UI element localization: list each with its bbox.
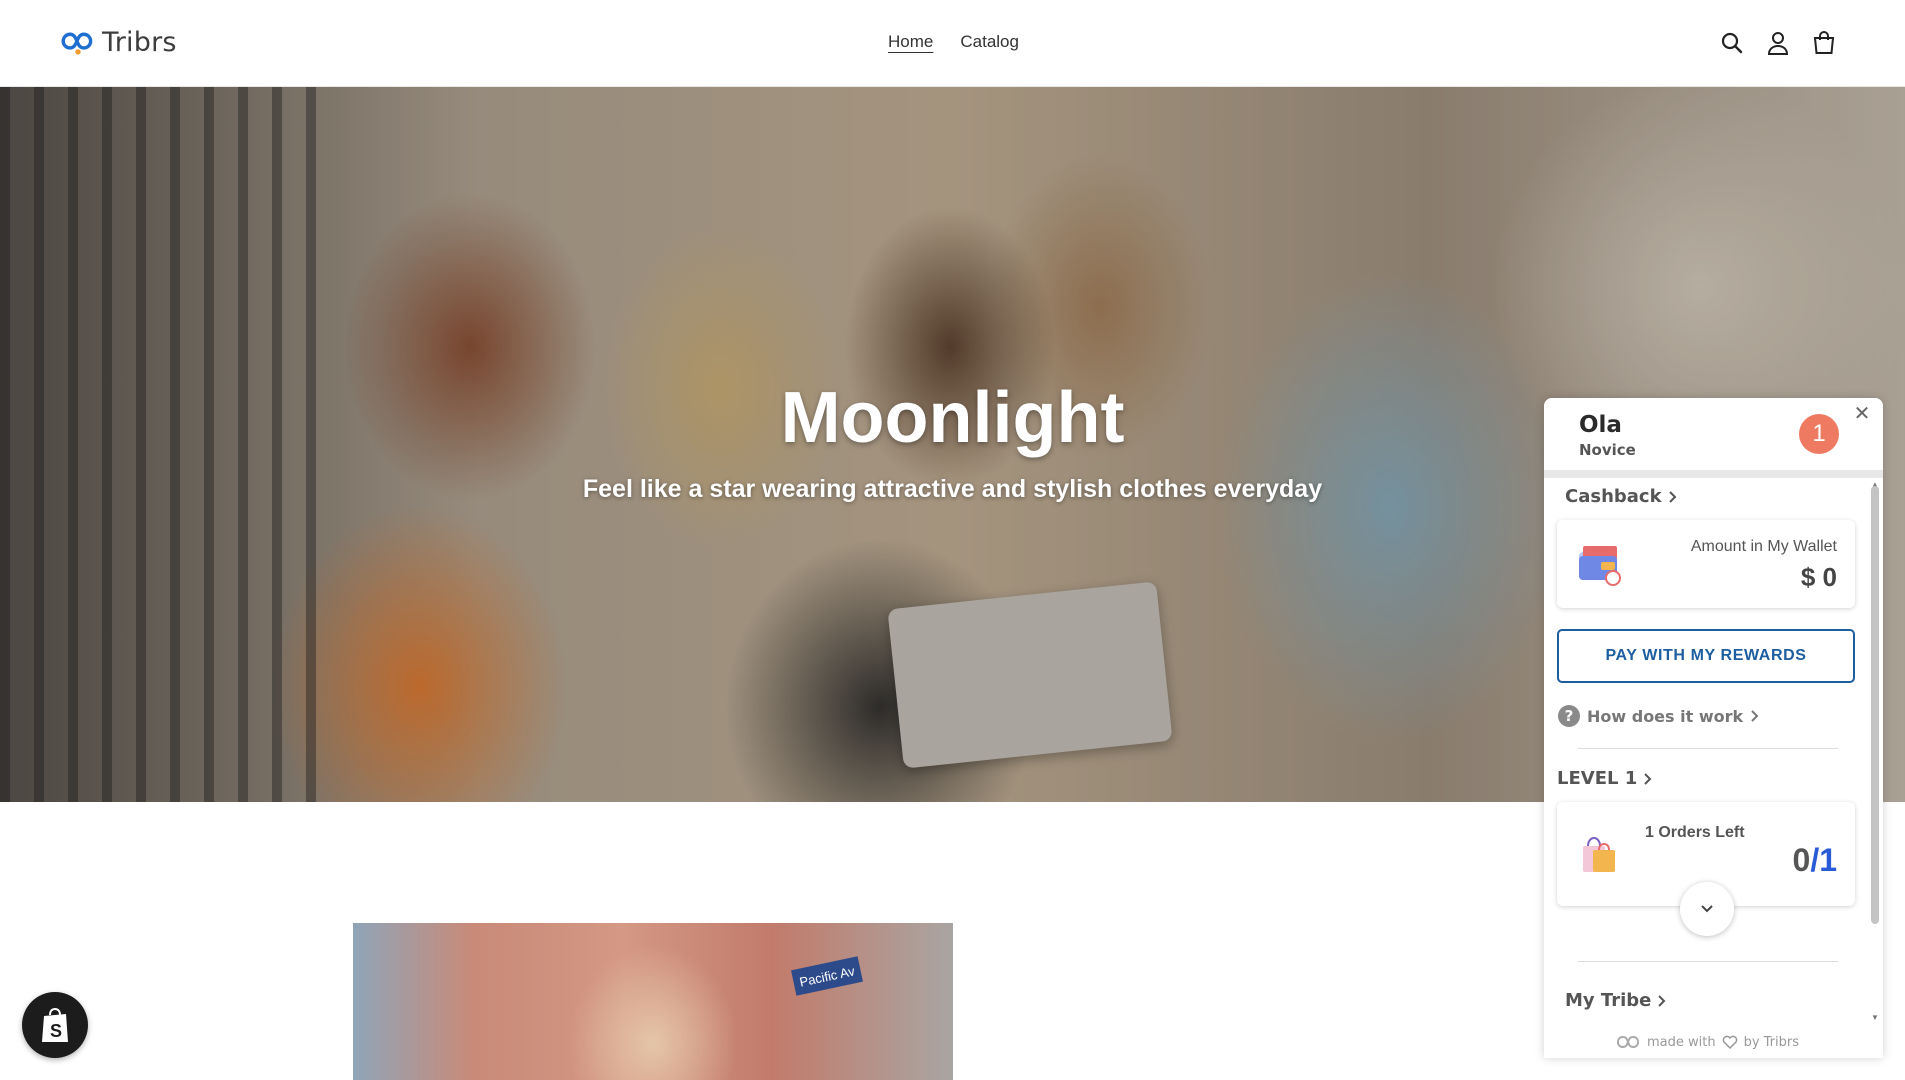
orders-done: 0 <box>1792 842 1811 878</box>
svg-text:S: S <box>50 1021 62 1041</box>
infinity-logo-icon <box>61 32 93 55</box>
cart-icon[interactable] <box>1811 30 1837 56</box>
help-icon: ? <box>1558 705 1580 727</box>
scroll-down-icon[interactable]: ▼ <box>1870 1013 1880 1022</box>
widget-scrollbar[interactable]: ▲ ▼ <box>1870 480 1880 1025</box>
how-it-works-link[interactable]: ? How does it work <box>1558 705 1760 727</box>
expand-button[interactable] <box>1680 882 1734 936</box>
heart-icon <box>1722 1035 1737 1049</box>
cashback-link[interactable]: Cashback <box>1565 486 1678 507</box>
orders-left-label: 1 Orders Left <box>1645 824 1745 841</box>
chevron-down-icon <box>1701 905 1713 913</box>
level-link[interactable]: LEVEL 1 <box>1557 768 1653 789</box>
my-tribe-title: My Tribe <box>1565 990 1652 1011</box>
search-icon[interactable] <box>1719 30 1745 56</box>
widget-user-rank: Novice <box>1579 441 1636 459</box>
account-icon[interactable] <box>1765 30 1791 56</box>
my-tribe-link[interactable]: My Tribe <box>1565 990 1667 1011</box>
widget-footer[interactable]: made with by Tribrs <box>1544 1026 1870 1058</box>
cashback-title: Cashback <box>1565 486 1662 507</box>
nav-catalog[interactable]: Catalog <box>960 32 1019 52</box>
orders-progress: 0/1 <box>1793 842 1837 879</box>
shopify-badge[interactable]: S <box>22 992 88 1058</box>
street-sign: Pacific Av <box>791 956 863 996</box>
wallet-card: Amount in My Wallet $ 0 <box>1557 520 1855 608</box>
scrollbar-thumb[interactable] <box>1871 486 1879 924</box>
logo-text: Tribrs <box>102 26 177 58</box>
wallet-value: $ 0 <box>1800 562 1837 592</box>
footer-made-with: made with <box>1646 1034 1716 1050</box>
chevron-right-icon <box>1751 710 1759 722</box>
chevron-right-icon <box>1668 490 1676 503</box>
how-it-works-label: How does it work <box>1587 706 1744 726</box>
main-nav: Home Catalog <box>888 32 1019 52</box>
shopify-bag-icon: S <box>42 1007 68 1042</box>
rewards-widget: Ola Novice 1 ✕ ▲ ▼ Cashback Amount in My… <box>1544 398 1883 1058</box>
section-divider <box>1578 961 1838 962</box>
pay-with-rewards-button[interactable]: PAY WITH MY REWARDS <box>1557 629 1855 683</box>
feature-image: Pacific Av <box>353 923 953 1080</box>
notification-badge[interactable]: 1 <box>1799 414 1839 454</box>
nav-home[interactable]: Home <box>888 32 933 52</box>
orders-separator: / <box>1810 842 1820 878</box>
site-logo[interactable]: Tribrs <box>60 24 177 60</box>
widget-header-divider <box>1544 470 1883 478</box>
shopping-bags-icon <box>1583 836 1615 872</box>
wallet-icon <box>1579 546 1621 586</box>
wallet-label: Amount in My Wallet <box>1690 538 1837 555</box>
close-icon[interactable]: ✕ <box>1852 404 1872 424</box>
chevron-right-icon <box>1658 994 1666 1007</box>
widget-user-name: Ola <box>1579 412 1622 438</box>
header-actions <box>1719 30 1837 56</box>
chevron-right-icon <box>1644 772 1652 785</box>
level-title: LEVEL 1 <box>1557 768 1638 789</box>
tribrs-logo-icon <box>1616 1035 1639 1049</box>
section-divider <box>1578 748 1838 749</box>
footer-by: by Tribrs <box>1743 1034 1800 1050</box>
site-header: Tribrs Home Catalog <box>0 0 1905 87</box>
orders-total: 1 <box>1819 842 1837 878</box>
widget-header: Ola Novice 1 ✕ <box>1544 398 1883 470</box>
